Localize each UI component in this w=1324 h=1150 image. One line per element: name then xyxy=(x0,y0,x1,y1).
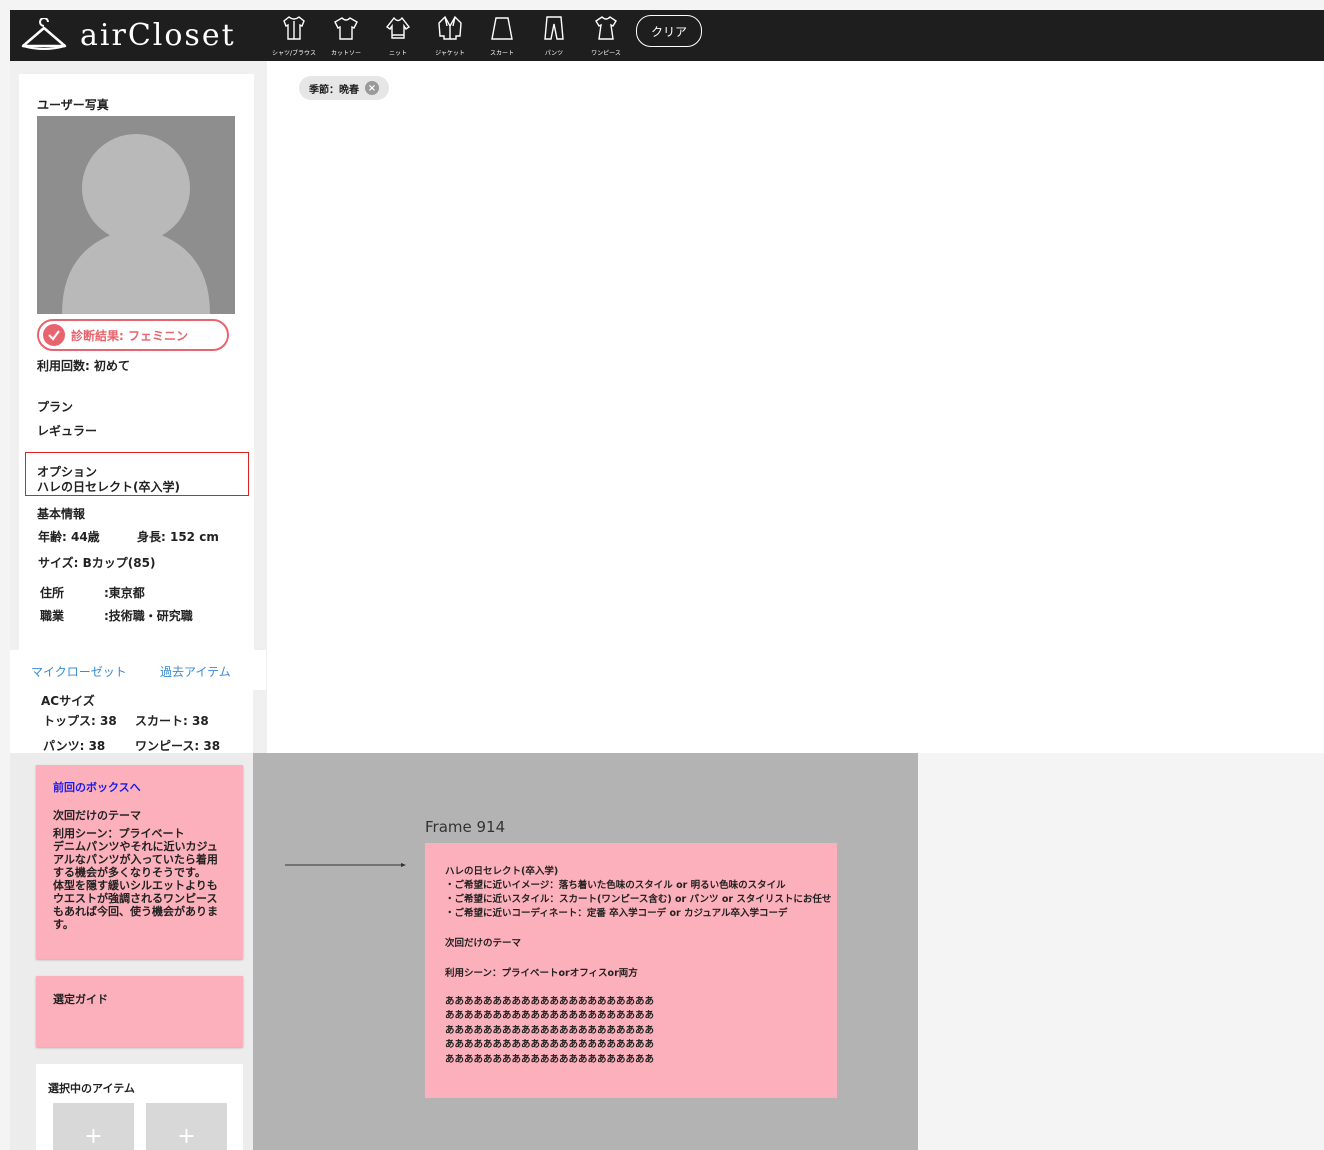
ac-size-pants: パンツ: 38 xyxy=(43,739,106,753)
prev-line: もあれば今回、使う機会がありま xyxy=(53,905,218,918)
ac-size-tops: トップス: 38 xyxy=(43,714,117,728)
basic-info-label: 基本情報 xyxy=(37,507,86,521)
tab-micro-closet[interactable]: マイクローゼット xyxy=(31,663,127,680)
prev-line: す。 xyxy=(53,918,74,931)
plan-label: プラン xyxy=(37,400,74,414)
prev-line: アルなパンツが入っていたら着用 xyxy=(53,853,218,866)
frame-filler: ああああああああああああああああああああああ xyxy=(445,1039,655,1050)
theme-title: 次回だけのテーマ xyxy=(53,809,141,822)
logo[interactable]: airCloset xyxy=(20,14,236,56)
category-label: ジャケット xyxy=(435,50,465,57)
prev-line: デニムパンツやそれに近いカジュ xyxy=(53,840,218,853)
prev-line: 利用シーン：プライベート xyxy=(53,827,185,840)
frame-theme: 次回だけのテーマ xyxy=(445,938,522,949)
diagnosis-text: 診断結果: フェミニン xyxy=(71,328,188,343)
clear-button[interactable]: クリア xyxy=(636,15,702,47)
usage-count: 利用回数: 初めて xyxy=(37,359,130,373)
frame-filler: ああああああああああああああああああああああ xyxy=(445,1054,655,1065)
category-label: ワンピース xyxy=(591,50,621,57)
top-header: airCloset シャツ/ブラウス カットソー ニット ジャケット スカート … xyxy=(10,10,1324,61)
dress-icon xyxy=(595,16,617,40)
frame-filler: ああああああああああああああああああああああ xyxy=(445,1010,655,1021)
previous-box-link[interactable]: 前回のボックスへ xyxy=(53,779,141,795)
shirt-icon xyxy=(283,16,305,40)
job-label: 職業 xyxy=(40,609,65,623)
frame-bullet: ・ご希望に近いスタイル：スカート(ワンピース含む) or パンツ or スタイリ… xyxy=(445,894,832,905)
category-bar: シャツ/ブラウス カットソー ニット ジャケット スカート パンツ ワンピース xyxy=(268,12,632,60)
diagnosis-badge: 診断結果: フェミニン xyxy=(37,319,229,351)
arrow-connector xyxy=(285,863,406,867)
add-item-slot[interactable]: + xyxy=(146,1103,227,1150)
category-skirt[interactable]: スカート xyxy=(476,12,528,60)
frame-bullet: ・ご希望に近いイメージ：落ち着いた色味のスタイル or 明るい色味のスタイル xyxy=(445,880,786,891)
frame-scene: 利用シーン：プライベートorオフィスor両方 xyxy=(445,968,638,979)
category-label: カットソー xyxy=(330,50,361,57)
prev-line: する機会が多くなりそうです。 xyxy=(53,866,206,879)
add-item-slot[interactable]: + xyxy=(53,1103,134,1150)
selection-guide-card xyxy=(36,976,243,1047)
category-jacket[interactable]: ジャケット xyxy=(424,12,476,60)
sidebar-tabs: マイクローゼット 過去アイテム xyxy=(10,650,266,690)
pants-icon xyxy=(544,16,564,40)
jacket-icon xyxy=(438,15,462,40)
frame-filler: ああああああああああああああああああああああ xyxy=(445,1025,655,1036)
remove-chip-icon[interactable]: × xyxy=(365,81,379,95)
address-label: 住所 xyxy=(40,586,65,600)
category-label: パンツ xyxy=(544,50,564,57)
category-label: ニット xyxy=(388,50,407,57)
prev-line: 体型を隠す緩いシルエットよりも xyxy=(53,879,218,892)
tab-past-items[interactable]: 過去アイテム xyxy=(160,663,231,680)
address-value: :東京都 xyxy=(104,586,145,600)
category-label: スカート xyxy=(489,50,514,57)
knit-icon xyxy=(385,16,411,39)
frame-bullet: ・ご希望に近いコーディネート：定番 卒入学コーデ or カジュアル卒入学コーデ xyxy=(445,908,788,919)
plan-value: レギュラー xyxy=(37,424,98,438)
hanger-icon xyxy=(21,18,67,50)
logo-text: airCloset xyxy=(80,17,236,53)
selected-items-title: 選択中のアイテム xyxy=(48,1082,135,1095)
tshirt-icon xyxy=(334,17,358,40)
frame-title: ハレの日セレクト(卒入学) xyxy=(445,866,559,877)
height-value: 身長: 152 cm xyxy=(137,530,219,544)
category-onepiece[interactable]: ワンピース xyxy=(580,12,632,60)
skirt-icon xyxy=(491,17,513,40)
selection-guide-title: 選定ガイド xyxy=(53,993,108,1006)
frame-filler: ああああああああああああああああああああああ xyxy=(445,996,655,1007)
user-photo xyxy=(37,116,235,314)
option-value: ハレの日セレクト(卒入学) xyxy=(37,480,180,494)
check-icon xyxy=(43,324,65,346)
age-value: 年齢: 44歳 xyxy=(38,530,100,544)
photo-title: ユーザー写真 xyxy=(37,98,109,112)
avatar-placeholder-icon xyxy=(62,134,210,314)
frame-label: Frame 914 xyxy=(425,818,506,836)
ac-size-onepiece: ワンピース: 38 xyxy=(135,739,221,753)
job-value: :技術職・研究職 xyxy=(104,609,193,623)
filter-chip-season[interactable]: 季節：晩春 × xyxy=(299,76,389,100)
category-shirt[interactable]: シャツ/ブラウス xyxy=(268,12,320,60)
ac-size-title: ACサイズ xyxy=(41,694,95,708)
size-value: サイズ: Bカップ(85) xyxy=(38,556,156,570)
category-knit[interactable]: ニット xyxy=(372,12,424,60)
category-label: シャツ/ブラウス xyxy=(271,50,317,57)
prev-line: ウエストが強調されるワンピース xyxy=(53,892,218,905)
ac-size-skirt: スカート: 38 xyxy=(135,714,209,728)
category-cutsew[interactable]: カットソー xyxy=(320,12,372,60)
category-pants[interactable]: パンツ xyxy=(528,12,580,60)
filter-chip-label: 季節：晩春 xyxy=(309,84,359,96)
